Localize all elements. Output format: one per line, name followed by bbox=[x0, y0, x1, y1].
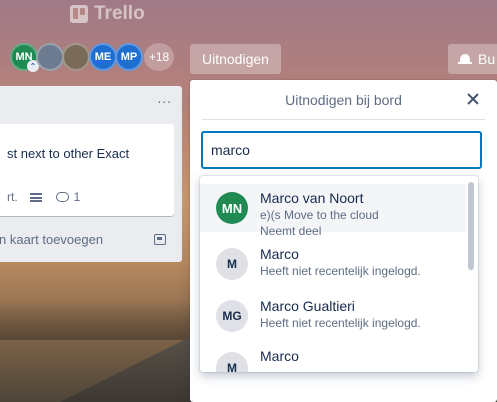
more-members-button[interactable]: +18 bbox=[144, 43, 174, 71]
result-name: Marco bbox=[260, 348, 299, 364]
member-photo-avatar[interactable] bbox=[62, 43, 90, 71]
result-status: Neemt deel bbox=[260, 224, 322, 238]
comment-count: 1 bbox=[73, 190, 81, 204]
invite-popover: Uitnodigen bij bord MN Marco van Noort e… bbox=[190, 80, 497, 402]
member-avatar[interactable]: MN ⌃ bbox=[10, 43, 39, 72]
butler-label: Bu bbox=[478, 51, 496, 67]
comment-icon bbox=[55, 192, 69, 202]
member-avatar[interactable]: ME bbox=[89, 43, 117, 71]
card-badges: rt. 1 bbox=[7, 190, 80, 204]
search-result-item[interactable]: MN Marco van Noort e)(s Move to the clou… bbox=[200, 184, 466, 238]
card-title: st next to other Exact bbox=[7, 146, 130, 161]
card-due-text: rt. bbox=[7, 190, 18, 204]
result-name: Marco bbox=[260, 246, 299, 262]
card-template-icon[interactable] bbox=[154, 234, 166, 245]
invite-button[interactable]: Uitnodigen bbox=[190, 44, 281, 74]
result-workspace: e)(s Move to the cloud bbox=[260, 208, 379, 222]
list-card[interactable]: st next to other Exact rt. 1 bbox=[0, 124, 174, 216]
list-menu-button[interactable]: ... bbox=[157, 90, 172, 106]
search-result-item[interactable]: M Marco Heeft niet recentelijk ingelogd. bbox=[200, 240, 466, 288]
results-scrollbar-thumb[interactable] bbox=[468, 182, 474, 270]
board-header: MN ⌃ ME MP +18 Uitnodigen Bu bbox=[0, 42, 497, 74]
close-icon[interactable] bbox=[465, 91, 481, 107]
member-initials: ME bbox=[94, 51, 112, 63]
popover-title: Uitnodigen bij bord bbox=[285, 92, 402, 108]
result-avatar: MN bbox=[216, 192, 248, 224]
result-avatar: MG bbox=[216, 300, 248, 332]
search-results-dropdown: MN Marco van Noort e)(s Move to the clou… bbox=[200, 176, 478, 372]
trello-board-icon bbox=[70, 5, 88, 23]
butler-button[interactable]: Bu bbox=[448, 44, 497, 74]
trello-logo[interactable]: Trello bbox=[70, 3, 145, 25]
result-name: Marco Gualtieri bbox=[260, 298, 355, 314]
bell-icon bbox=[458, 53, 472, 65]
member-initials: MP bbox=[120, 51, 138, 63]
search-result-item[interactable]: M Marco bbox=[200, 338, 466, 372]
member-photo-avatar[interactable] bbox=[36, 43, 64, 71]
result-name: Marco van Noort bbox=[260, 190, 364, 206]
popover-divider bbox=[202, 119, 485, 120]
description-icon bbox=[29, 192, 42, 202]
member-avatar[interactable]: MP bbox=[115, 43, 143, 71]
search-result-item[interactable]: MG Marco Gualtieri Heeft niet recentelij… bbox=[200, 288, 466, 336]
member-search-input[interactable] bbox=[201, 131, 482, 169]
top-bar: Trello bbox=[0, 0, 497, 30]
result-status: Heeft niet recentelijk ingelogd. bbox=[260, 264, 421, 278]
board-list: ... st next to other Exact rt. 1 n kaart… bbox=[0, 86, 182, 262]
result-avatar: M bbox=[216, 248, 248, 280]
result-avatar: M bbox=[216, 352, 248, 372]
result-status: Heeft niet recentelijk ingelogd. bbox=[260, 316, 421, 330]
app-name: Trello bbox=[94, 3, 145, 24]
